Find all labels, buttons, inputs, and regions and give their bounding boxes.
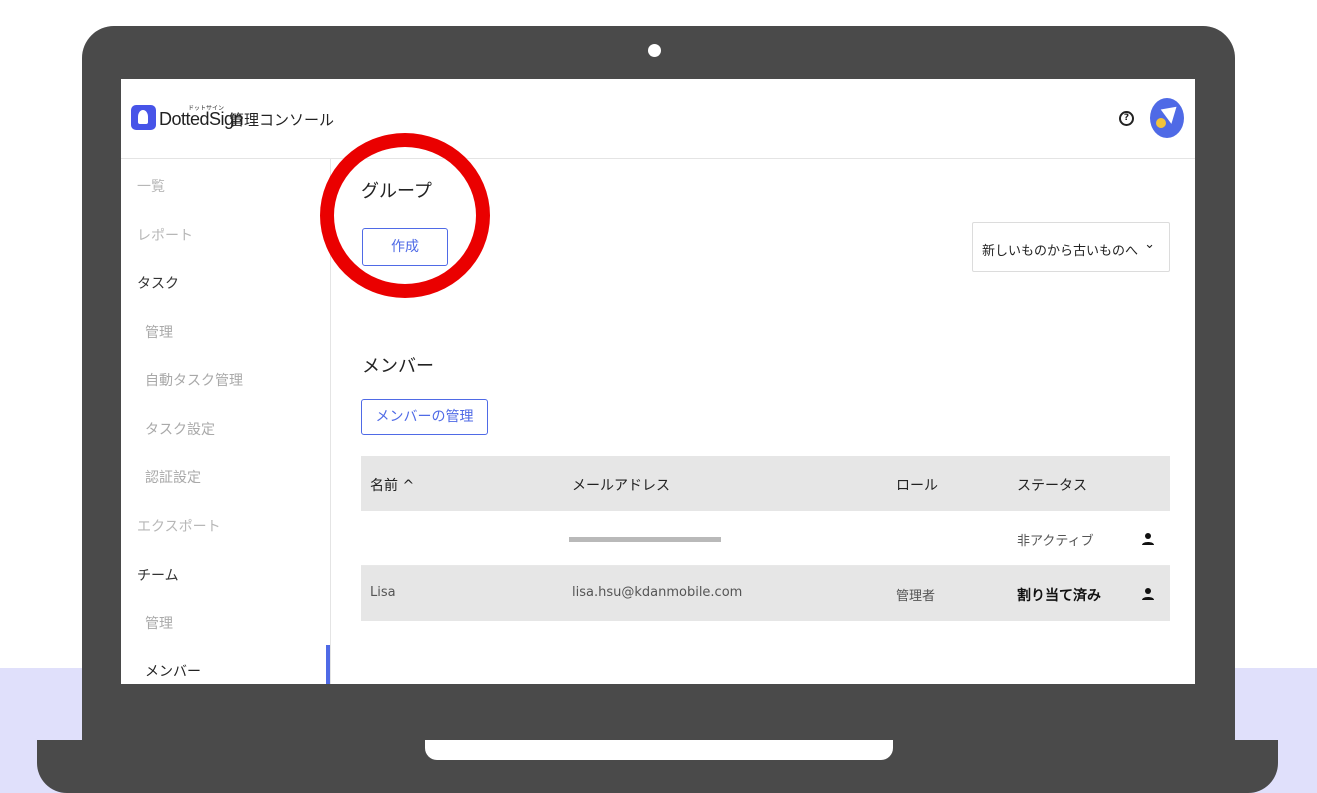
column-header-status: ステータス bbox=[1017, 478, 1087, 494]
highlight-circle bbox=[320, 133, 490, 298]
redacted-email bbox=[569, 537, 721, 542]
sidebar: 一覧 レポート タスク 管理 自動タスク管理 タスク設定 認証設定 エクスポート… bbox=[121, 159, 331, 684]
sidebar-item-task-settings[interactable]: タスク設定 bbox=[145, 419, 215, 439]
laptop-screen: ドットサイン DottedSign 管理コンソール ? 一覧 レポート タスク … bbox=[121, 79, 1195, 684]
sort-order-value: 新しいものから古いものへ bbox=[982, 244, 1139, 259]
sort-order-select[interactable]: 新しいものから古いものへ ⌄ bbox=[972, 222, 1170, 272]
sidebar-item-members[interactable]: メンバー bbox=[145, 661, 201, 681]
logo-mark-icon bbox=[131, 105, 156, 130]
cell-name: Lisa bbox=[370, 585, 396, 600]
table-header: 名前 ^ メールアドレス ロール ステータス bbox=[361, 456, 1170, 511]
sidebar-item-auto-task-management[interactable]: 自動タスク管理 bbox=[145, 370, 243, 390]
sidebar-item-reports[interactable]: レポート bbox=[137, 225, 193, 245]
sidebar-item-auth-settings[interactable]: 認証設定 bbox=[145, 467, 201, 487]
sidebar-item-task-management[interactable]: 管理 bbox=[145, 322, 173, 342]
cell-email: lisa.hsu@kdanmobile.com bbox=[572, 585, 743, 600]
top-bar: ドットサイン DottedSign 管理コンソール ? bbox=[121, 79, 1195, 159]
help-icon[interactable]: ? bbox=[1119, 111, 1134, 126]
sidebar-item-overview[interactable]: 一覧 bbox=[137, 176, 165, 196]
sidebar-item-export[interactable]: エクスポート bbox=[137, 516, 221, 536]
assign-member-icon[interactable] bbox=[1141, 532, 1155, 546]
dottedsign-logo[interactable]: ドットサイン DottedSign bbox=[131, 103, 244, 133]
column-header-role: ロール bbox=[896, 478, 938, 494]
cell-status: 非アクティブ bbox=[1017, 534, 1094, 549]
console-title: 管理コンソール bbox=[229, 111, 335, 129]
column-header-email: メールアドレス bbox=[572, 478, 670, 494]
laptop-notch bbox=[425, 740, 893, 760]
chevron-down-icon: ⌄ bbox=[1144, 237, 1155, 252]
cell-status: 割り当て済み bbox=[1017, 588, 1101, 604]
active-nav-indicator bbox=[326, 645, 330, 684]
sidebar-item-team[interactable]: チーム bbox=[137, 565, 179, 585]
camera-dot bbox=[648, 44, 661, 57]
table-row[interactable]: Lisa lisa.hsu@kdanmobile.com 管理者 割り当て済み bbox=[361, 566, 1170, 621]
cell-role: 管理者 bbox=[896, 589, 936, 604]
sidebar-item-team-management[interactable]: 管理 bbox=[145, 613, 173, 633]
assign-member-icon[interactable] bbox=[1141, 587, 1155, 601]
avatar[interactable] bbox=[1150, 98, 1184, 138]
manage-members-button[interactable]: メンバーの管理 bbox=[361, 399, 488, 435]
column-header-name[interactable]: 名前 ^ bbox=[370, 475, 414, 495]
table-row[interactable]: 非アクティブ bbox=[361, 511, 1170, 566]
sidebar-item-tasks[interactable]: タスク bbox=[137, 273, 179, 293]
members-section-title: メンバー bbox=[362, 356, 434, 377]
